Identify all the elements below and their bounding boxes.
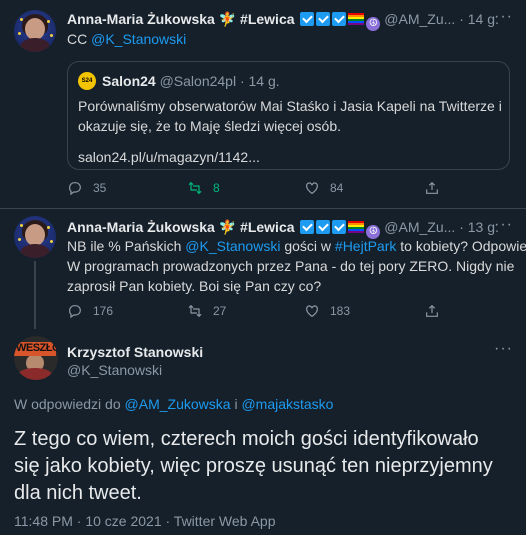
author-name[interactable]: Anna-Maria Żukowska (67, 11, 215, 27)
mention-link[interactable]: @K_Stanowski (91, 31, 186, 47)
like-count: 183 (330, 304, 351, 318)
tweet-text: NB ile % Pańskich @K_Stanowski gości w #… (67, 236, 526, 296)
retweet-button[interactable]: 8 (187, 180, 220, 196)
verified-badge-icon (316, 220, 331, 234)
author-name-suffix: 🧚 #Lewica (218, 11, 295, 27)
avatar-logo-text: WESZŁO (16, 342, 58, 354)
handle-time: @AM_Zu... · 13 g. (384, 219, 499, 235)
reply-icon (69, 182, 81, 196)
peace-icon: ☮ (366, 17, 381, 31)
text-span: gości w (284, 238, 332, 254)
rainbow-flag-icon (348, 221, 365, 233)
mention-link[interactable]: @majakstasko (241, 396, 333, 412)
reply-icon (69, 305, 81, 319)
verified-badge-icon (332, 12, 347, 26)
more-icon[interactable]: ··· (494, 216, 513, 234)
share-button[interactable] (424, 180, 440, 196)
more-icon[interactable]: ··· (494, 8, 513, 26)
text-line: zaprosił Pan kobiety. Boi się Pan czy co… (67, 278, 322, 294)
text-span: to kobiety? Odpowiem. (400, 238, 526, 254)
share-button[interactable] (424, 303, 440, 319)
retweet-button[interactable]: 27 (187, 303, 226, 319)
text-line: się jako kobiety, więc proszę usunąć ten… (14, 455, 493, 477)
tweet-header: Anna-Maria Żukowska 🧚 #Lewica ☮ @AM_Zu..… (67, 11, 499, 31)
reply-count: 35 (93, 181, 107, 195)
handle-time: @AM_Zu... · 14 g. (384, 11, 499, 27)
author-name[interactable]: Anna-Maria Żukowska (67, 219, 215, 235)
reply-prefix: W odpowiedzi do (14, 396, 121, 412)
reply-button[interactable]: 176 (67, 303, 113, 319)
retweet-count: 8 (213, 181, 220, 195)
retweet-icon (188, 181, 202, 195)
quoted-tweet[interactable]: S24 Salon24 @Salon24pl · 14 g. Porównali… (67, 61, 510, 170)
quoted-link[interactable]: salon24.pl/u/magazyn/1142... (78, 147, 502, 167)
reply-count: 176 (93, 304, 114, 318)
text-line: W programach prowadzonych przez Pana - d… (67, 258, 515, 274)
verified-badge-icon (332, 220, 347, 234)
rainbow-flag-icon (348, 13, 365, 25)
like-icon (306, 182, 318, 195)
mention-link[interactable]: @AM_Zukowska (125, 396, 231, 412)
main-tweet: WESZŁO Krzysztof Stanowski @K_Stanowski … (0, 330, 526, 535)
mention-link[interactable]: @K_Stanowski (185, 238, 280, 254)
avatar[interactable]: WESZŁO (14, 336, 58, 380)
author-name[interactable]: Krzysztof Stanowski (67, 344, 203, 360)
verified-badge-icon (300, 12, 315, 26)
quoted-meta: @Salon24pl · 14 g. (159, 73, 280, 89)
avatar[interactable] (14, 216, 56, 258)
text-line: dla nich tweet. (14, 482, 142, 504)
reply-joiner: i (234, 396, 238, 412)
thread-line (34, 261, 36, 329)
quoted-author-name: Salon24 (102, 73, 156, 89)
hashtag-link[interactable]: #HejtPark (335, 238, 396, 254)
reply-button[interactable]: 35 (67, 180, 106, 196)
salon24-logo-icon: S24 (78, 72, 96, 90)
main-tweet-text: Z tego co wiem, czterech moich gości ide… (14, 426, 493, 507)
avatar[interactable] (14, 10, 56, 52)
text-span: NB ile % Pańskich (67, 238, 182, 254)
like-count: 84 (330, 181, 344, 195)
text-line: Z tego co wiem, czterech moich gości ide… (14, 428, 479, 450)
verified-badge-icon (316, 12, 331, 26)
tweet-timestamp[interactable]: 11:48 PM · 10 cze 2021 · Twitter Web App (14, 513, 275, 529)
more-icon[interactable]: ··· (494, 340, 513, 358)
share-icon (426, 181, 438, 194)
like-icon (306, 305, 318, 318)
tweet-1[interactable]: Anna-Maria Żukowska 🧚 #Lewica ☮ @AM_Zu..… (0, 0, 526, 208)
quoted-text-line: Porównaliśmy obserwatorów Mai Staśko i J… (78, 98, 502, 114)
quoted-text-line: okazuje się, że to Maję śledzi więcej os… (78, 118, 342, 134)
like-button[interactable]: 183 (304, 303, 350, 319)
tweet-text: CC @K_Stanowski (67, 29, 186, 49)
reply-context: W odpowiedzi do @AM_Zukowska i @majaksta… (14, 394, 333, 414)
verified-badge-icon (300, 220, 315, 234)
share-icon (426, 304, 438, 317)
tweet-2[interactable]: Anna-Maria Żukowska 🧚 #Lewica ☮ @AM_Zu..… (0, 209, 526, 329)
author-name-suffix: 🧚 #Lewica (218, 219, 295, 235)
author-handle[interactable]: @K_Stanowski (67, 362, 203, 378)
retweet-icon (188, 304, 202, 318)
like-button[interactable]: 84 (304, 180, 343, 196)
retweet-count: 27 (213, 304, 227, 318)
cc-prefix: CC (67, 31, 88, 47)
